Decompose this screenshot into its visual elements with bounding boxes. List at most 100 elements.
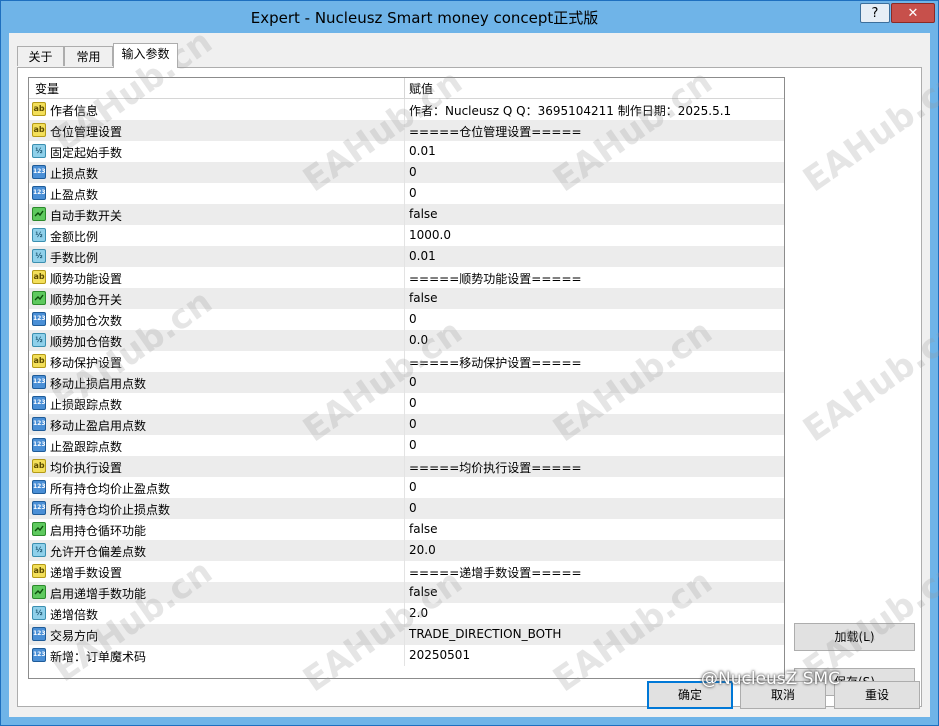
table-row[interactable]: 123 止损点数 0 [29,162,784,183]
help-button[interactable]: ? [860,3,890,23]
window-title: Expert - Nucleusz Smart money concept正式版 [250,9,599,27]
table-row[interactable]: 123 所有持仓均价止盈点数 0 [29,477,784,498]
variable-value[interactable]: 0.01 [409,144,436,158]
variable-value[interactable]: 0 [409,375,417,389]
variable-name: 止损跟踪点数 [50,398,123,412]
variable-name: 允许开仓偏差点数 [50,545,147,559]
variable-value[interactable]: =====递增手数设置===== [409,564,582,581]
variable-value[interactable]: 0 [409,396,417,410]
inputs-grid[interactable]: 变量 赋值 ab 作者信息 作者：Nucleusz Q Q：3695104211 制… [28,77,785,679]
integer-type-icon: 123 [32,396,46,410]
variable-name: 递增手数设置 [50,566,123,580]
variable-name: 固定起始手数 [50,146,123,160]
integer-type-icon: 123 [32,480,46,494]
table-row[interactable]: ½ 固定起始手数 0.01 [29,141,784,162]
table-row[interactable]: 123 新增：订单魔术码 20250501 [29,645,784,666]
table-row[interactable]: 启用递增手数功能 false [29,582,784,603]
column-header-value[interactable]: 赋值 [409,80,433,97]
variable-value[interactable]: 0.0 [409,333,428,347]
column-divider [404,624,405,645]
variable-value[interactable]: false [409,522,438,536]
tab-common[interactable]: 常用 [64,46,113,66]
column-divider [404,645,405,666]
table-row[interactable]: ab 顺势功能设置 =====顺势功能设置===== [29,267,784,288]
variable-value[interactable]: 0 [409,438,417,452]
variable-value[interactable]: 作者：Nucleusz Q Q：3695104211 制作日期：2025.5.1 [409,102,731,119]
variable-value[interactable]: 0 [409,312,417,326]
variable-value[interactable]: false [409,585,438,599]
table-row[interactable]: 启用持仓循环功能 false [29,519,784,540]
column-header-variable[interactable]: 变量 [35,80,59,97]
column-divider [404,393,405,414]
table-row[interactable]: 123 顺势加仓次数 0 [29,309,784,330]
table-row[interactable]: 123 止损跟踪点数 0 [29,393,784,414]
variable-name: 顺势功能设置 [50,272,123,286]
variable-name: 顺势加仓开关 [50,293,123,307]
variable-name: 止盈点数 [50,188,99,202]
table-row[interactable]: ½ 顺势加仓倍数 0.0 [29,330,784,351]
variable-value[interactable]: 0 [409,186,417,200]
double-type-icon: ½ [32,606,46,620]
column-divider [404,267,405,288]
variable-value[interactable]: 1000.0 [409,228,451,242]
string-type-icon: ab [32,459,46,473]
dialog-client-area: 关于 常用 输入参数 变量 赋值 ab 作者信息 作者：Nucleusz Q Q：3… [9,33,930,717]
column-divider [404,540,405,561]
variable-value[interactable]: =====顺势功能设置===== [409,270,582,287]
column-divider [404,120,405,141]
variable-value[interactable]: 0 [409,165,417,179]
variable-value[interactable]: false [409,207,438,221]
integer-type-icon: 123 [32,417,46,431]
variable-value[interactable]: TRADE_DIRECTION_BOTH [409,627,561,641]
table-row[interactable]: 123 移动止损启用点数 0 [29,372,784,393]
integer-type-icon: 123 [32,627,46,641]
variable-value[interactable]: 20250501 [409,648,470,662]
variable-value[interactable]: false [409,291,438,305]
title-bar[interactable]: Expert - Nucleusz Smart money concept正式版… [1,1,938,33]
expert-properties-window: Expert - Nucleusz Smart money concept正式版… [0,0,939,726]
column-divider [404,456,405,477]
variable-value[interactable]: 20.0 [409,543,436,557]
table-row[interactable]: ½ 允许开仓偏差点数 20.0 [29,540,784,561]
table-row[interactable]: 自动手数开关 false [29,204,784,225]
table-row[interactable]: ab 作者信息 作者：Nucleusz Q Q：3695104211 制作日期：20… [29,99,784,120]
variable-value[interactable]: =====均价执行设置===== [409,459,582,476]
variable-value[interactable]: 0 [409,417,417,431]
table-row[interactable]: 123 所有持仓均价止损点数 0 [29,498,784,519]
table-row[interactable]: ab 递增手数设置 =====递增手数设置===== [29,561,784,582]
table-row[interactable]: ½ 金额比例 1000.0 [29,225,784,246]
table-row[interactable]: 123 移动止盈启用点数 0 [29,414,784,435]
grid-header: 变量 赋值 [29,78,784,99]
variable-value[interactable]: 0 [409,501,417,515]
column-divider [404,351,405,372]
tab-inputs[interactable]: 输入参数 [113,43,178,68]
table-row[interactable]: ½ 递增倍数 2.0 [29,603,784,624]
variable-value[interactable]: =====仓位管理设置===== [409,123,582,140]
table-row[interactable]: 123 止盈跟踪点数 0 [29,435,784,456]
header-divider[interactable] [404,78,405,98]
close-button[interactable]: ✕ [891,3,935,23]
load-button[interactable]: 加载(L) [794,623,915,651]
table-row[interactable]: ½ 手数比例 0.01 [29,246,784,267]
table-row[interactable]: 顺势加仓开关 false [29,288,784,309]
variable-value[interactable]: =====移动保护设置===== [409,354,582,371]
variable-value[interactable]: 0 [409,480,417,494]
variable-value[interactable]: 2.0 [409,606,428,620]
table-row[interactable]: ab 均价执行设置 =====均价执行设置===== [29,456,784,477]
tab-about[interactable]: 关于 [17,46,64,66]
variable-value[interactable]: 0.01 [409,249,436,263]
table-row[interactable]: 123 交易方向 TRADE_DIRECTION_BOTH [29,624,784,645]
column-divider [404,225,405,246]
reset-button[interactable]: 重设 [834,681,920,709]
table-row[interactable]: ab 仓位管理设置 =====仓位管理设置===== [29,120,784,141]
integer-type-icon: 123 [32,312,46,326]
column-divider [404,204,405,225]
double-type-icon: ½ [32,144,46,158]
column-divider [404,414,405,435]
boolean-type-icon [32,291,46,305]
column-divider [404,519,405,540]
string-type-icon: ab [32,564,46,578]
boolean-type-icon [32,585,46,599]
table-row[interactable]: 123 止盈点数 0 [29,183,784,204]
table-row[interactable]: ab 移动保护设置 =====移动保护设置===== [29,351,784,372]
